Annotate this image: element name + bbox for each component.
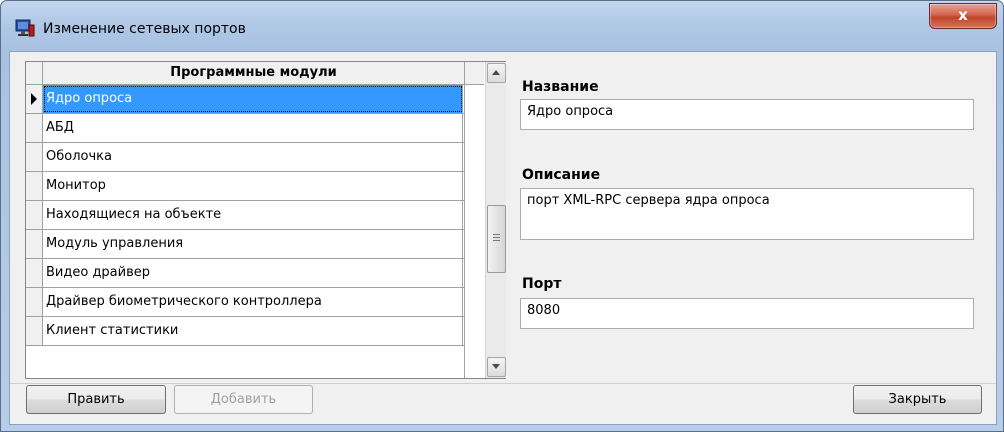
row-indicator[interactable]: [26, 201, 43, 229]
app-icon: [15, 19, 35, 37]
module-name-cell[interactable]: Находящиеся на объекте: [43, 201, 463, 229]
module-name-cell[interactable]: Клиент статистики: [43, 317, 463, 345]
row-indicator[interactable]: [26, 230, 43, 258]
current-row-arrow-icon: [31, 93, 37, 105]
description-label: Описание: [522, 167, 601, 183]
port-field[interactable]: 8080: [520, 298, 974, 329]
grip-line: [493, 234, 500, 235]
vertical-scrollbar[interactable]: [485, 62, 506, 378]
module-name-cell[interactable]: Модуль управления: [43, 230, 463, 258]
grip-line: [493, 240, 500, 241]
edit-button[interactable]: Править: [26, 385, 166, 414]
module-name-cell[interactable]: АБД: [43, 114, 463, 142]
row-indicator[interactable]: [26, 114, 43, 142]
arrow-down-icon: [492, 364, 500, 369]
header-indicator-cell: [26, 62, 43, 84]
scroll-up-button[interactable]: [487, 63, 506, 83]
module-name-cell[interactable]: Оболочка: [43, 143, 463, 171]
module-name-cell[interactable]: Видео драйвер: [43, 259, 463, 287]
table-row[interactable]: Ядро опроса: [26, 85, 464, 114]
port-label: Порт: [522, 276, 562, 292]
row-indicator[interactable]: [26, 172, 43, 200]
title-bar[interactable]: Изменение сетевых портов x: [1, 1, 1003, 51]
add-button[interactable]: Добавить: [174, 385, 313, 414]
grip-line: [493, 237, 500, 238]
row-indicator[interactable]: [26, 85, 43, 113]
module-name-cell[interactable]: Ядро опроса: [43, 85, 463, 113]
window-title: Изменение сетевых портов: [43, 21, 246, 37]
close-window-button[interactable]: x: [929, 3, 997, 29]
grid-header: Программные модули: [26, 62, 484, 85]
table-row[interactable]: Видео драйвер: [26, 259, 464, 288]
table-row[interactable]: Драйвер биометрического контроллера: [26, 288, 464, 317]
name-label: Название: [522, 79, 599, 95]
dialog-window: Изменение сетевых портов x Программные м…: [0, 0, 1004, 432]
module-name-cell[interactable]: Монитор: [43, 172, 463, 200]
scroll-thumb[interactable]: [487, 205, 506, 273]
row-indicator[interactable]: [26, 288, 43, 316]
dialog-client-area: Программные модули Ядро опроса АБД Оболочк…: [9, 51, 997, 425]
table-row[interactable]: Оболочка: [26, 143, 464, 172]
scroll-down-button[interactable]: [487, 357, 506, 377]
description-field[interactable]: порт XML-RPC сервера ядра опроса: [520, 188, 974, 240]
modules-grid[interactable]: Программные модули Ядро опроса АБД Оболочк…: [25, 61, 506, 379]
module-name-cell[interactable]: Драйвер биометрического контроллера: [43, 288, 463, 316]
grid-rows: Ядро опроса АБД Оболочка Монитор Находящиеся…: [26, 85, 464, 346]
name-field[interactable]: Ядро опроса: [520, 99, 974, 130]
arrow-up-icon: [492, 70, 500, 75]
button-bar-divider: [10, 383, 996, 384]
column-header-modules[interactable]: Программные модули: [43, 62, 465, 84]
close-icon: x: [958, 6, 968, 24]
row-indicator[interactable]: [26, 143, 43, 171]
grid-column-divider: [464, 62, 465, 378]
table-row[interactable]: АБД: [26, 114, 464, 143]
table-row[interactable]: Находящиеся на объекте: [26, 201, 464, 230]
table-row[interactable]: Монитор: [26, 172, 464, 201]
row-indicator[interactable]: [26, 259, 43, 287]
close-button[interactable]: Закрыть: [853, 385, 982, 414]
table-row[interactable]: Клиент статистики: [26, 317, 464, 346]
row-indicator[interactable]: [26, 317, 43, 345]
table-row[interactable]: Модуль управления: [26, 230, 464, 259]
